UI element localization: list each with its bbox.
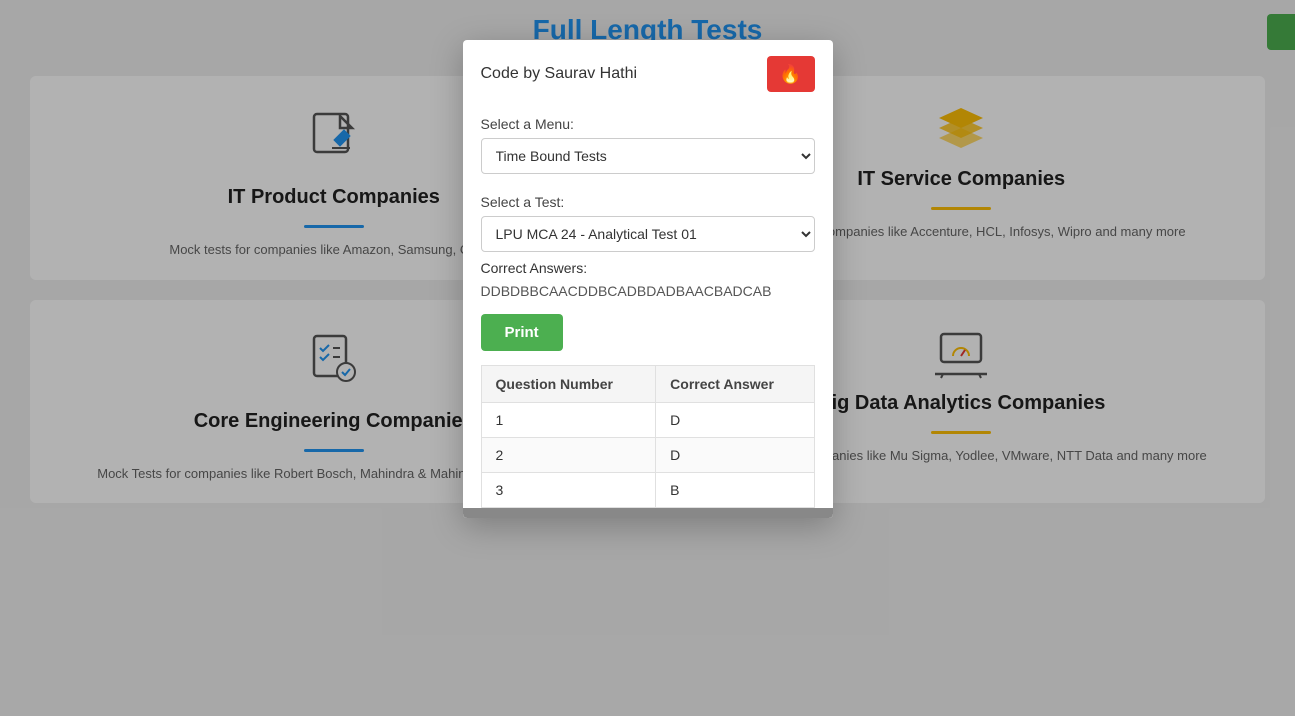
correct-answer-cell: D xyxy=(656,403,814,438)
modal-scrollbar[interactable] xyxy=(463,508,833,518)
col-correct-answer: Correct Answer xyxy=(656,366,814,403)
question-number-cell: 3 xyxy=(481,473,656,508)
correct-answer-cell: B xyxy=(656,473,814,508)
correct-answer-cell: D xyxy=(656,438,814,473)
col-question-number: Question Number xyxy=(481,366,656,403)
select-test-label: Select a Test: xyxy=(481,194,815,210)
question-number-cell: 1 xyxy=(481,403,656,438)
modal-overlay: Code by Saurav Hathi 🔥 Select a Menu: Ti… xyxy=(0,0,1295,716)
menu-select[interactable]: Time Bound Tests Full Length Tests Topic… xyxy=(481,138,815,174)
modal-title: Code by Saurav Hathi xyxy=(481,65,638,83)
test-select[interactable]: LPU MCA 24 - Analytical Test 01 LPU MCA … xyxy=(481,216,815,252)
correct-answers-label: Correct Answers: xyxy=(481,260,815,276)
modal: Code by Saurav Hathi 🔥 Select a Menu: Ti… xyxy=(463,40,833,518)
modal-header: Code by Saurav Hathi 🔥 xyxy=(463,40,833,104)
table-row: 3B xyxy=(481,473,814,508)
table-row: 1D xyxy=(481,403,814,438)
modal-body: Select a Menu: Time Bound Tests Full Len… xyxy=(463,104,833,508)
print-button[interactable]: Print xyxy=(481,314,563,351)
flame-emoji: 🔥 xyxy=(779,64,801,85)
flame-button[interactable]: 🔥 xyxy=(767,56,815,92)
correct-answers-text: DDBDBBCAACDDBCADBDADBAACBADCAB xyxy=(481,280,815,302)
question-number-cell: 2 xyxy=(481,438,656,473)
answers-table: Question Number Correct Answer 1D2D3B xyxy=(481,365,815,508)
table-row: 2D xyxy=(481,438,814,473)
select-menu-label: Select a Menu: xyxy=(481,116,815,132)
